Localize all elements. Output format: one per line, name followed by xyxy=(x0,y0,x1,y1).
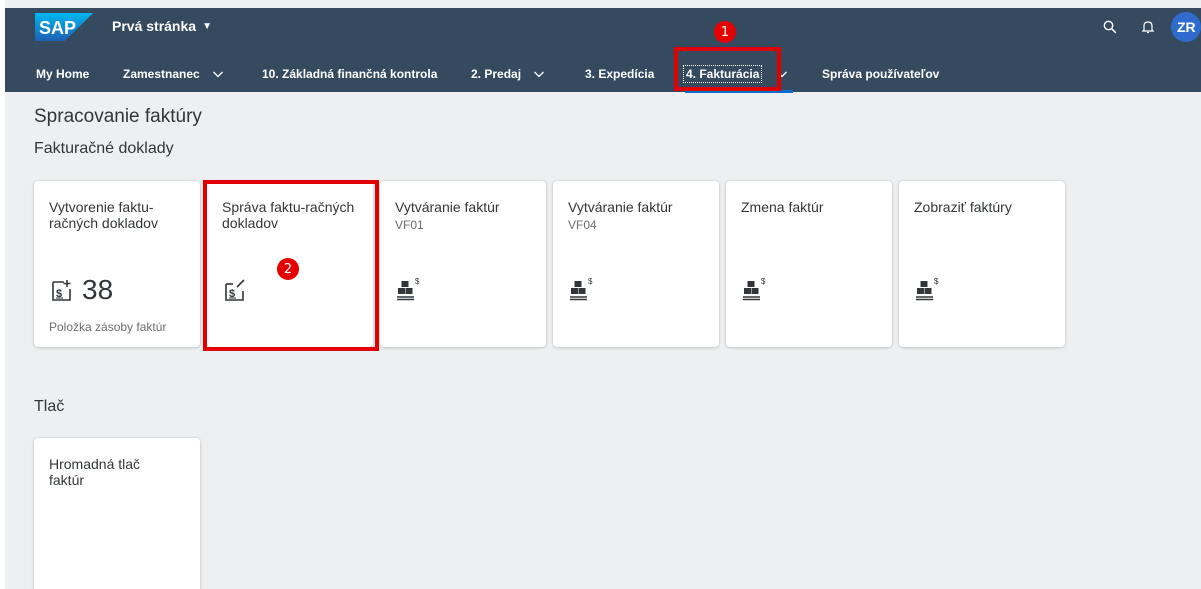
app-title: Prvá stránka xyxy=(112,18,197,34)
chevron-down-icon xyxy=(533,68,545,80)
nav-item-label: 4. Fakturácia xyxy=(683,65,763,83)
tile-zobrazit-faktury[interactable]: Zobraziť faktúry $ xyxy=(899,181,1065,347)
nav-item-predaj[interactable]: 2. Predaj xyxy=(471,56,545,92)
search-icon[interactable] xyxy=(1091,12,1129,42)
annotation-badge-1: 1 xyxy=(714,21,736,43)
user-avatar[interactable]: ZR xyxy=(1171,12,1201,42)
tile-title: Zmena faktúr xyxy=(741,199,824,215)
chevron-down-icon xyxy=(212,68,224,80)
nav-item-my-home[interactable]: My Home xyxy=(36,56,89,92)
group-title-fakturacne-doklady: Fakturačné doklady xyxy=(34,140,174,157)
launchpad-frame: SAP Prvá stránka ▼ ZR My Home Zamestnane… xyxy=(5,0,1201,589)
avatar-initials: ZR xyxy=(1177,19,1196,35)
sap-gui-icon: $ xyxy=(568,277,594,308)
tile-title: Zobraziť faktúry xyxy=(914,199,1012,215)
section-title: Spracovanie faktúry xyxy=(34,106,202,127)
tile-subtitle: VF04 xyxy=(568,218,597,232)
tile-title: Správa faktu-račných dokladov xyxy=(222,199,355,231)
nav-item-label: Správa používateľov xyxy=(822,67,940,81)
document-add-icon: $ xyxy=(49,277,75,308)
tile-vytvaranie-faktur-vf01[interactable]: Vytváranie faktúr VF01 $ xyxy=(380,181,546,347)
tile-subtitle: VF01 xyxy=(395,218,424,232)
shell-actions: ZR xyxy=(1091,12,1201,42)
svg-text:$: $ xyxy=(415,277,420,286)
chevron-down-icon xyxy=(776,68,788,80)
annotation-badge-2: 2 xyxy=(277,258,299,280)
anchor-navigation-bar: My Home Zamestnanec 10. Základná finančn… xyxy=(5,56,1201,92)
sap-gui-icon: $ xyxy=(395,277,421,308)
sap-gui-icon: $ xyxy=(914,277,940,308)
caret-down-icon: ▼ xyxy=(202,20,212,32)
tile-title: Vytváranie faktúr xyxy=(395,199,500,215)
tile-title: Hromadná tlač faktúr xyxy=(49,456,141,488)
nav-item-expedicia[interactable]: 3. Expedícia xyxy=(585,56,654,92)
group-title-tlac: Tlač xyxy=(34,398,65,415)
nav-item-label: Zamestnanec xyxy=(123,67,200,81)
tile-footer: Položka zásoby faktúr xyxy=(49,320,167,334)
document-edit-icon: $ xyxy=(222,277,248,308)
app-title-menu[interactable]: Prvá stránka ▼ xyxy=(112,18,212,34)
tile-vytvorenie-fakturacnych-dokladov[interactable]: Vytvorenie faktu-račných dokladov $ 38 P… xyxy=(34,181,200,347)
tile-hromadna-tlac-faktur[interactable]: Hromadná tlač faktúr xyxy=(34,438,200,589)
nav-item-label: 2. Predaj xyxy=(471,67,522,81)
nav-item-zakladna-financna-kontrola[interactable]: 10. Základná finančná kontrola xyxy=(262,56,437,92)
sap-logo-text: SAP xyxy=(39,18,76,38)
tile-kpi-number: 38 xyxy=(82,274,114,305)
tile-vytvaranie-faktur-vf04[interactable]: Vytváranie faktúr VF04 $ xyxy=(553,181,719,347)
svg-text:$: $ xyxy=(588,277,593,286)
svg-text:$: $ xyxy=(761,277,766,286)
nav-item-label: My Home xyxy=(36,67,90,81)
tile-title: Vytváranie faktúr xyxy=(568,199,673,215)
sap-logo: SAP xyxy=(35,13,93,41)
nav-item-label: 3. Expedícia xyxy=(585,67,655,81)
nav-item-fakturacia[interactable]: 4. Fakturácia xyxy=(683,56,788,92)
sap-gui-icon: $ xyxy=(741,277,767,308)
nav-item-zamestnanec[interactable]: Zamestnanec xyxy=(123,56,224,92)
active-tab-indicator xyxy=(685,90,793,93)
tile-zmena-faktur[interactable]: Zmena faktúr $ xyxy=(726,181,892,347)
bell-icon[interactable] xyxy=(1129,12,1167,42)
nav-item-label: 10. Základná finančná kontrola xyxy=(262,67,438,81)
svg-text:$: $ xyxy=(934,277,939,286)
nav-item-sprava-pouzivatelov[interactable]: Správa používateľov xyxy=(822,56,939,92)
tile-title: Vytvorenie faktu-račných dokladov xyxy=(49,199,158,231)
shell-bar: SAP Prvá stránka ▼ ZR My Home Zamestnane… xyxy=(5,8,1201,93)
